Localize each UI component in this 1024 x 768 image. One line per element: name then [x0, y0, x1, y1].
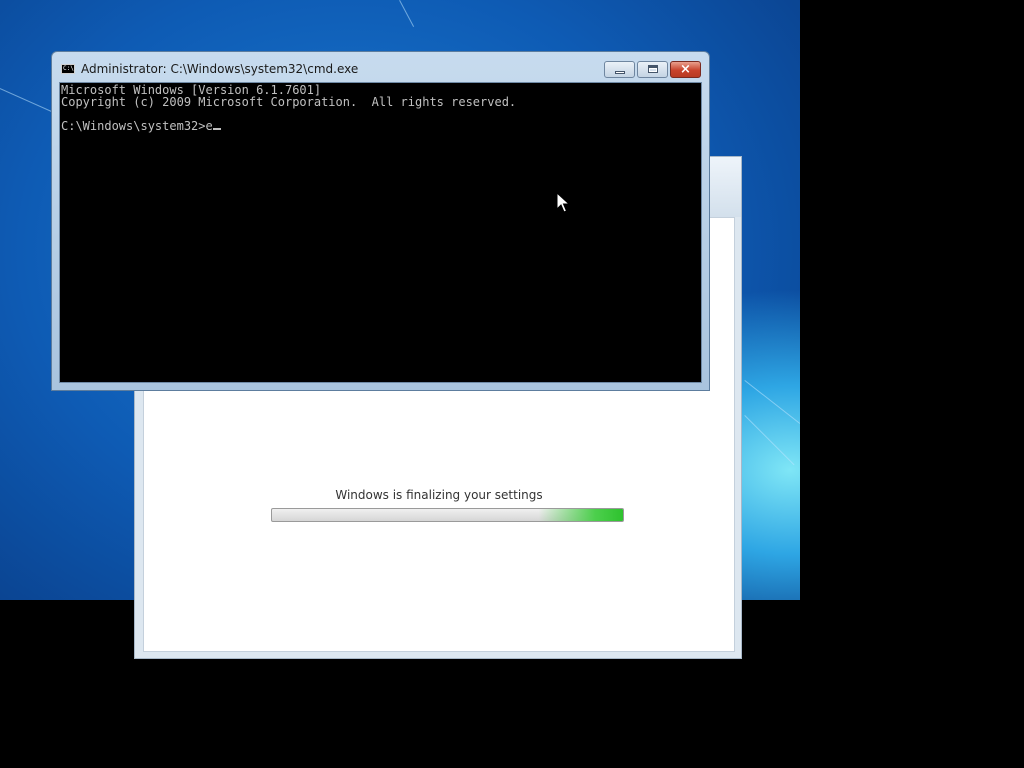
maximize-button[interactable] [637, 61, 668, 78]
cmd-window[interactable]: C:\ Administrator: C:\Windows\system32\c… [51, 51, 710, 391]
console-output: Microsoft Windows [Version 6.1.7601] Cop… [60, 83, 701, 132]
console-input[interactable]: e [206, 119, 213, 133]
wallpaper-streak [744, 380, 800, 424]
wallpaper-streak [744, 415, 795, 466]
close-button[interactable]: × [670, 61, 701, 78]
close-icon: × [680, 62, 691, 77]
text-cursor [212, 128, 221, 130]
cmd-titlebar[interactable]: C:\ Administrator: C:\Windows\system32\c… [52, 52, 709, 82]
maximize-icon [638, 62, 667, 77]
minimize-button[interactable] [604, 61, 635, 78]
console-area[interactable]: Microsoft Windows [Version 6.1.7601] Cop… [59, 82, 702, 383]
finalizing-progress-bar [271, 508, 624, 522]
mouse-pointer-icon [556, 192, 570, 213]
minimize-icon [605, 62, 634, 77]
progress-bar-fill [272, 509, 623, 521]
wallpaper-streak [399, 0, 415, 27]
finalizing-status-text: Windows is finalizing your settings [335, 488, 543, 502]
console-prompt: C:\Windows\system32> [61, 119, 206, 133]
console-line-copyright: Copyright (c) 2009 Microsoft Corporation… [61, 95, 517, 109]
cmd-icon[interactable]: C:\ [61, 64, 75, 74]
cmd-window-title: Administrator: C:\Windows\system32\cmd.e… [81, 62, 359, 76]
